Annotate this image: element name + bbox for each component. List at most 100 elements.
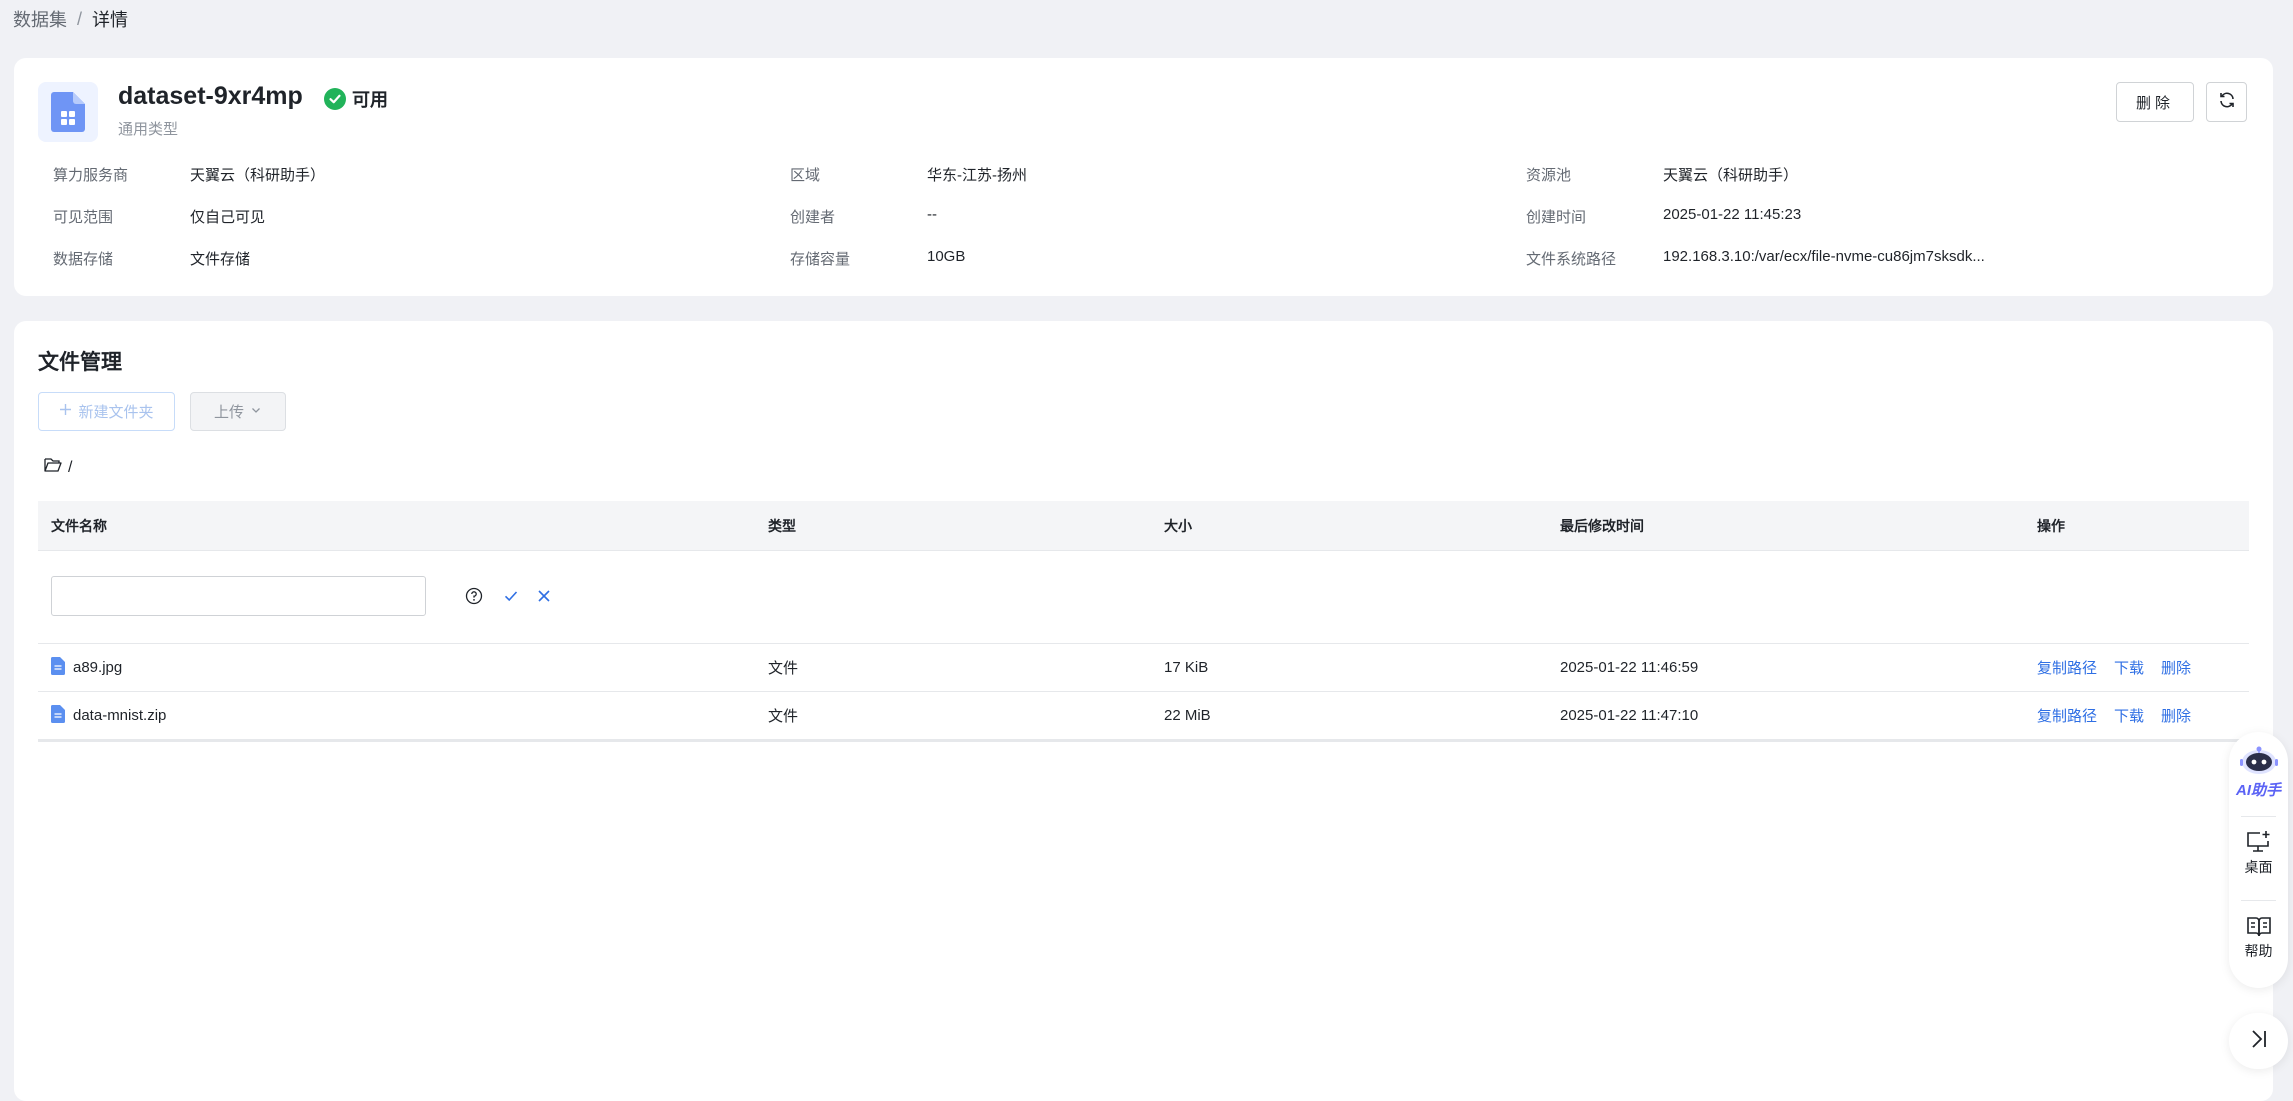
breadcrumb: 数据集 / 详情 bbox=[13, 6, 128, 32]
help-label: 帮助 bbox=[2244, 943, 2273, 959]
folder-name-input[interactable] bbox=[51, 576, 426, 616]
info-value: 天翼云（科研助手） bbox=[190, 167, 326, 184]
info-region: 区域 华东-江苏-扬州 bbox=[790, 164, 1027, 185]
info-label: 存储容量 bbox=[790, 251, 851, 268]
info-storage: 数据存储 文件存储 bbox=[53, 248, 250, 269]
info-label: 文件系统路径 bbox=[1526, 251, 1617, 268]
help-button[interactable]: 帮助 bbox=[2229, 916, 2288, 961]
table-row: data-mnist.zip 文件 22 MiB 2025-01-22 11:4… bbox=[38, 692, 2249, 740]
info-value: 10GB bbox=[927, 248, 966, 265]
file-name-cell: data-mnist.zip bbox=[51, 704, 166, 727]
info-value: 文件存储 bbox=[190, 251, 251, 268]
book-icon bbox=[2246, 916, 2272, 941]
info-label: 创建时间 bbox=[1526, 209, 1587, 226]
dataset-type: 通用类型 bbox=[118, 121, 179, 138]
desktop-button[interactable]: 桌面 bbox=[2229, 830, 2288, 877]
plus-icon bbox=[59, 403, 72, 420]
dataset-file-icon bbox=[38, 82, 98, 142]
table-header: 文件名称 类型 大小 最后修改时间 操作 bbox=[38, 501, 2249, 551]
info-capacity: 存储容量 10GB bbox=[790, 248, 965, 269]
info-provider: 算力服务商 天翼云（科研助手） bbox=[53, 164, 325, 185]
delete-button[interactable]: 删除 bbox=[2116, 82, 2194, 122]
desktop-label: 桌面 bbox=[2244, 859, 2273, 875]
file-management-card: 文件管理 新建文件夹 上传 / 文件名称 类型 大小 最后修改时间 操作 a89… bbox=[14, 321, 2273, 1101]
new-folder-button[interactable]: 新建文件夹 bbox=[38, 392, 175, 431]
section-title: 文件管理 bbox=[38, 351, 122, 374]
info-fs-path: 文件系统路径 192.168.3.10:/var/ecx/file-nvme-c… bbox=[1526, 248, 1985, 269]
info-creator: 创建者 -- bbox=[790, 206, 937, 227]
column-header-size: 大小 bbox=[1164, 517, 1192, 534]
download-link[interactable]: 下载 bbox=[2114, 705, 2144, 726]
robot-icon bbox=[2239, 746, 2279, 779]
info-value: 仅自己可见 bbox=[190, 209, 266, 226]
chevron-down-icon bbox=[250, 403, 262, 420]
file-size: 22 MiB bbox=[1164, 707, 1211, 724]
file-name-cell: a89.jpg bbox=[51, 656, 122, 679]
info-value: 2025-01-22 11:45:23 bbox=[1663, 206, 1802, 223]
path-text[interactable]: / bbox=[68, 459, 72, 477]
divider bbox=[2241, 816, 2276, 817]
column-header-name[interactable]: 文件名称 bbox=[51, 516, 107, 536]
help-circle-icon[interactable] bbox=[464, 586, 484, 606]
info-label: 数据存储 bbox=[53, 251, 114, 268]
file-modified: 2025-01-22 11:47:10 bbox=[1560, 707, 1699, 724]
dataset-info-card: dataset-9xr4mp 可用 通用类型 删除 算力服务商 天翼云（科研助手… bbox=[14, 58, 2273, 296]
info-value: 192.168.3.10:/var/ecx/file-nvme-cu86jm7s… bbox=[1663, 248, 1985, 265]
copy-path-link[interactable]: 复制路径 bbox=[2037, 705, 2097, 726]
collapse-panel-button[interactable] bbox=[2229, 1013, 2288, 1069]
current-path: / bbox=[44, 457, 72, 478]
info-visibility: 可见范围 仅自己可见 bbox=[53, 206, 265, 227]
delete-link[interactable]: 删除 bbox=[2161, 705, 2191, 726]
new-folder-edit-row bbox=[38, 551, 2249, 644]
info-value: -- bbox=[927, 206, 937, 223]
collapse-right-icon bbox=[2248, 1028, 2270, 1055]
check-circle-icon bbox=[324, 88, 346, 110]
file-icon bbox=[51, 704, 65, 727]
file-table: 文件名称 类型 大小 最后修改时间 操作 a89.jpg 文件 17 KiB 2… bbox=[38, 501, 2249, 742]
ai-assistant-label: AI助手 bbox=[2235, 782, 2281, 799]
ai-assistant-button[interactable]: AI助手 bbox=[2229, 746, 2288, 800]
row-actions: 复制路径 下载 删除 bbox=[2037, 657, 2191, 678]
column-header-type: 类型 bbox=[768, 517, 796, 534]
breadcrumb-current: 详情 bbox=[92, 10, 129, 30]
row-actions: 复制路径 下载 删除 bbox=[2037, 705, 2191, 726]
status-text: 可用 bbox=[352, 90, 388, 110]
cancel-close-icon[interactable] bbox=[534, 586, 554, 606]
delete-link[interactable]: 删除 bbox=[2161, 657, 2191, 678]
column-header-ops: 操作 bbox=[2037, 517, 2065, 534]
info-label: 创建者 bbox=[790, 209, 836, 226]
copy-path-link[interactable]: 复制路径 bbox=[2037, 657, 2097, 678]
desktop-add-icon bbox=[2246, 830, 2272, 857]
info-value: 华东-江苏-扬州 bbox=[927, 167, 1027, 184]
info-label: 算力服务商 bbox=[53, 167, 129, 184]
file-icon bbox=[51, 656, 65, 679]
file-type: 文件 bbox=[768, 660, 799, 677]
floating-assistant-panel: AI助手 桌面 帮助 bbox=[2229, 732, 2288, 988]
table-bottom-border bbox=[38, 740, 2249, 742]
breadcrumb-parent-link[interactable]: 数据集 bbox=[13, 6, 67, 32]
status-badge: 可用 bbox=[324, 86, 388, 112]
refresh-button[interactable] bbox=[2206, 82, 2247, 122]
info-created: 创建时间 2025-01-22 11:45:23 bbox=[1526, 206, 1801, 227]
upload-dropdown-button[interactable]: 上传 bbox=[190, 392, 286, 431]
breadcrumb-separator: / bbox=[77, 8, 83, 29]
file-modified: 2025-01-22 11:46:59 bbox=[1560, 659, 1699, 676]
file-size: 17 KiB bbox=[1164, 659, 1209, 676]
file-name[interactable]: data-mnist.zip bbox=[73, 707, 166, 724]
upload-label: 上传 bbox=[213, 404, 244, 421]
info-label: 资源池 bbox=[1526, 167, 1572, 184]
file-name[interactable]: a89.jpg bbox=[73, 659, 122, 676]
info-value: 天翼云（科研助手） bbox=[1663, 167, 1799, 184]
column-header-modified: 最后修改时间 bbox=[1560, 517, 1644, 534]
folder-open-icon bbox=[44, 457, 62, 478]
refresh-icon bbox=[2218, 91, 2236, 113]
info-pool: 资源池 天翼云（科研助手） bbox=[1526, 164, 1798, 185]
table-row: a89.jpg 文件 17 KiB 2025-01-22 11:46:59 复制… bbox=[38, 644, 2249, 692]
dataset-name: dataset-9xr4mp bbox=[118, 82, 303, 110]
download-link[interactable]: 下载 bbox=[2114, 657, 2144, 678]
confirm-check-icon[interactable] bbox=[501, 586, 521, 606]
info-label: 区域 bbox=[790, 167, 821, 184]
new-folder-label: 新建文件夹 bbox=[78, 404, 154, 421]
divider bbox=[2241, 900, 2276, 901]
file-type: 文件 bbox=[768, 708, 799, 725]
